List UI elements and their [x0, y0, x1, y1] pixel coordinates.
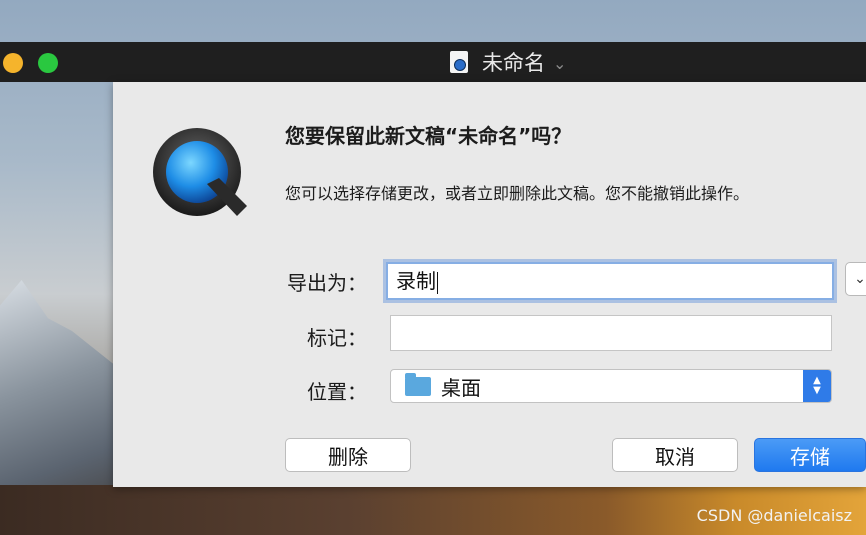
- save-button[interactable]: 存储: [754, 438, 866, 472]
- document-icon: [450, 51, 468, 73]
- folder-icon: [405, 372, 431, 396]
- fullscreen-button[interactable]: [38, 53, 58, 73]
- tags-label: 标记：: [307, 326, 367, 350]
- minimize-button[interactable]: [3, 53, 23, 73]
- save-dialog: 您要保留此新文稿“未命名”吗？ 您可以选择存储更改，或者立即删除此文稿。您不能撤…: [113, 82, 866, 487]
- delete-button[interactable]: 删除: [285, 438, 411, 472]
- export-as-input[interactable]: 录制: [386, 262, 834, 300]
- location-value: 桌面: [441, 375, 481, 400]
- text-caret: [437, 271, 438, 294]
- quicktime-icon: [153, 128, 247, 216]
- window-title: 未命名: [482, 51, 545, 75]
- stepper-arrows-icon: ▲ ▼: [803, 370, 831, 402]
- watermark: CSDN @danielcaisz: [696, 506, 852, 525]
- export-as-label: 导出为：: [287, 271, 367, 295]
- location-label: 位置：: [307, 380, 367, 404]
- dialog-heading: 您要保留此新文稿“未命名”吗？: [285, 124, 572, 148]
- dialog-message: 您可以选择存储更改，或者立即删除此文稿。您不能撤销此操作。: [285, 184, 750, 203]
- export-as-value: 录制: [396, 269, 436, 293]
- tags-input[interactable]: [390, 315, 832, 351]
- chevron-down-icon[interactable]: ⌄: [553, 54, 566, 73]
- chevron-down-icon: ⌄: [854, 271, 866, 287]
- location-select[interactable]: 桌面 ▲ ▼: [390, 369, 832, 403]
- cancel-button[interactable]: 取消: [612, 438, 738, 472]
- expand-dialog-button[interactable]: ⌄: [845, 262, 866, 296]
- window-titlebar: 未命名 ⌄: [0, 42, 866, 82]
- window-title-area[interactable]: 未命名 ⌄: [450, 42, 566, 82]
